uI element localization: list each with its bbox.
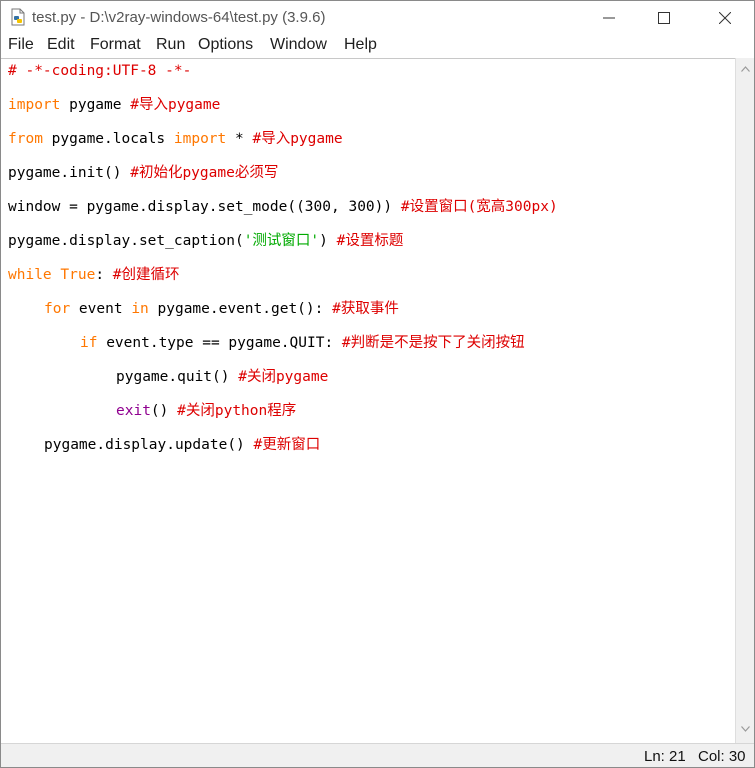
keyword-text: from <box>8 131 43 147</box>
code-line[interactable]: pygame.display.update() #更新窗口 <box>44 434 320 456</box>
minimize-icon <box>603 17 615 18</box>
keyword-text: import <box>8 97 61 113</box>
code-text: ) <box>319 233 337 249</box>
comment-text: #关闭python程序 <box>177 403 297 419</box>
status-bar: Ln: 21 Col: 30 <box>1 743 754 767</box>
keyword-text: for <box>44 301 71 317</box>
code-line[interactable]: pygame.display.set_caption('测试窗口') #设置标题 <box>8 230 403 252</box>
code-line[interactable]: exit() #关闭python程序 <box>116 400 296 422</box>
comment-text: #判断是不是按下了关闭按钮 <box>341 335 525 351</box>
code-text: event <box>70 301 132 317</box>
menu-file[interactable]: File <box>8 36 34 54</box>
comment-text: #更新窗口 <box>253 437 321 453</box>
code-text: pygame <box>60 97 131 113</box>
code-line[interactable]: if event.type == pygame.QUIT: #判断是不是按下了关… <box>80 332 525 354</box>
menu-run[interactable]: Run <box>156 36 185 54</box>
comment-text: #导入pygame <box>252 131 343 147</box>
keyword-text: True <box>60 267 96 283</box>
comment-text: #关闭pygame <box>238 369 329 385</box>
code-text: : <box>95 267 113 283</box>
menu-options[interactable]: Options <box>198 36 253 54</box>
close-button[interactable] <box>702 1 748 34</box>
code-line[interactable]: # -*-coding:UTF-8 -*- <box>8 60 191 82</box>
comment-text: #设置窗口(宽高300px) <box>400 199 558 215</box>
keyword-text: import <box>173 131 227 147</box>
code-text: pygame.locals <box>42 131 174 147</box>
code-line[interactable]: import pygame #导入pygame <box>8 94 220 116</box>
code-line[interactable]: window = pygame.display.set_mode((300, 3… <box>8 196 558 218</box>
maximize-icon <box>658 11 670 24</box>
code-text: pygame.display.set_caption( <box>8 233 244 249</box>
comment-text: #导入pygame <box>130 97 221 113</box>
scroll-up-arrow-icon[interactable] <box>741 66 750 72</box>
code-line[interactable]: from pygame.locals import * #导入pygame <box>8 128 343 150</box>
scroll-down-arrow-icon[interactable] <box>741 726 750 732</box>
menu-help[interactable]: Help <box>344 36 377 54</box>
builtin-text: exit <box>116 403 151 419</box>
line-number-status: Ln: 21 <box>644 748 686 765</box>
comment-text: #创建循环 <box>112 267 180 283</box>
window-title: test.py - D:\v2ray-windows-64\test.py (3… <box>32 9 326 26</box>
column-number-status: Col: 30 <box>698 748 746 765</box>
code-text: event.type == pygame.QUIT: <box>97 335 342 351</box>
comment-text: #设置标题 <box>336 233 404 249</box>
code-editor[interactable]: # -*-coding:UTF-8 -*- import pygame #导入p… <box>1 58 735 743</box>
menu-format[interactable]: Format <box>90 36 141 54</box>
code-line[interactable]: pygame.init() #初始化pygame必须写 <box>8 162 278 184</box>
keyword-text: if <box>80 335 98 351</box>
close-icon <box>719 11 731 24</box>
code-text: pygame.quit() <box>116 369 239 385</box>
comment-text: # -*-coding:UTF-8 -*- <box>8 63 192 79</box>
title-bar[interactable]: test.py - D:\v2ray-windows-64\test.py (3… <box>1 1 754 34</box>
code-text: pygame.init() <box>8 165 131 181</box>
maximize-button[interactable] <box>641 1 687 34</box>
comment-text: #初始化pygame必须写 <box>130 165 279 181</box>
code-line[interactable]: for event in pygame.event.get(): #获取事件 <box>44 298 399 320</box>
vertical-scrollbar[interactable] <box>735 58 754 743</box>
string-text: '测试窗口' <box>243 233 320 249</box>
code-line[interactable]: while True: #创建循环 <box>8 264 180 286</box>
keyword-text: while <box>8 267 52 283</box>
python-file-icon <box>11 8 25 26</box>
comment-text: #获取事件 <box>332 301 399 317</box>
keyword-text: in <box>131 301 149 317</box>
menu-edit[interactable]: Edit <box>47 36 75 54</box>
code-text: * <box>226 131 253 147</box>
code-line[interactable]: pygame.quit() #关闭pygame <box>116 366 328 388</box>
code-text: () <box>150 403 178 419</box>
minimize-button[interactable] <box>586 1 632 34</box>
idle-editor-window: test.py - D:\v2ray-windows-64\test.py (3… <box>0 0 755 768</box>
code-text: window = pygame.display.set_mode((300, 3… <box>8 199 401 215</box>
code-text: pygame.display.update() <box>44 437 254 453</box>
menu-bar: File Edit Format Run Options Window Help <box>1 34 754 58</box>
menu-window[interactable]: Window <box>270 36 327 54</box>
code-text: pygame.event.get(): <box>148 301 333 317</box>
